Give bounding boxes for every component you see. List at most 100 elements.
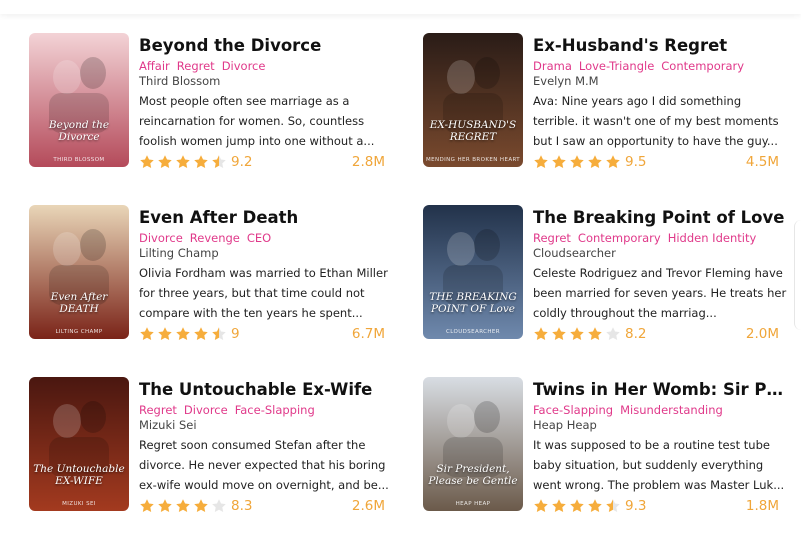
star-icon	[570, 499, 584, 512]
read-count: 6.7M	[351, 326, 385, 342]
book-cover[interactable]: EX-HUSBAND'S REGRET MENDING HER BROKEN HE…	[423, 33, 523, 167]
star-icon	[194, 499, 208, 512]
cover-title-text: Even After DEATH	[50, 291, 108, 315]
book-author[interactable]: Heap Heap	[533, 418, 789, 432]
rating-score: 8.3	[231, 498, 253, 514]
star-icon	[158, 499, 172, 512]
book-title[interactable]: The Breaking Point of Love	[533, 207, 789, 229]
book-description: It was supposed to be a routine test tub…	[533, 438, 785, 492]
cover-author-text: LILTING CHAMP	[55, 329, 103, 335]
cover-title-text: EX-HUSBAND'S REGRET	[429, 119, 517, 143]
book-card[interactable]: Sir President, Please be Gentle HEAP HEAP…	[423, 377, 793, 514]
book-description: Ava: Nine years ago I did something terr…	[533, 94, 779, 148]
book-tags: Affair Regret Divorce	[139, 60, 395, 73]
read-count: 4.5M	[745, 154, 779, 170]
cover-author-text: HEAP HEAP	[455, 501, 491, 507]
book-cover[interactable]: Even After DEATH LILTING CHAMP	[29, 205, 129, 339]
book-cover[interactable]: Sir President, Please be Gentle HEAP HEAP	[423, 377, 523, 511]
star-icon	[534, 499, 548, 512]
book-author[interactable]: Cloudsearcher	[533, 246, 789, 260]
star-icon	[140, 499, 154, 512]
star-icon	[140, 327, 154, 340]
book-tag[interactable]: Contemporary	[661, 60, 744, 73]
star-icon	[534, 327, 548, 340]
star-icon	[606, 499, 620, 512]
book-tag[interactable]: Misunderstanding	[620, 404, 723, 417]
star-icon	[212, 155, 226, 168]
book-tag[interactable]: Face-Slapping	[235, 404, 315, 417]
rating-stars	[139, 154, 229, 170]
star-icon	[606, 327, 620, 340]
rating-score: 9	[231, 326, 240, 342]
star-icon	[552, 499, 566, 512]
star-icon	[176, 499, 190, 512]
book-cover[interactable]: THE BREAKING POINT OF Love CLOUDSEARCHER	[423, 205, 523, 339]
book-tag[interactable]: Face-Slapping	[533, 404, 613, 417]
star-icon	[552, 327, 566, 340]
book-tag[interactable]: Affair	[139, 60, 170, 73]
star-icon	[176, 327, 190, 340]
rating-stars	[139, 498, 229, 514]
book-card[interactable]: Even After DEATH LILTING CHAMP Even After…	[29, 205, 399, 342]
book-title[interactable]: Ex-Husband's Regret	[533, 35, 789, 57]
book-tag[interactable]: Regret	[533, 232, 571, 245]
book-tag[interactable]: Hidden Identity	[668, 232, 757, 245]
book-author[interactable]: Lilting Champ	[139, 246, 395, 260]
star-icon	[588, 499, 602, 512]
rating-stars	[533, 498, 623, 514]
star-icon	[194, 327, 208, 340]
star-icon	[534, 155, 548, 168]
rating-stars	[139, 326, 229, 342]
book-tag[interactable]: Divorce	[184, 404, 228, 417]
rating-score: 9.3	[625, 498, 647, 514]
book-title[interactable]: Twins in Her Womb: Sir President, Please…	[533, 379, 789, 401]
book-tags: Regret Divorce Face-Slapping	[139, 404, 395, 417]
book-description: Celeste Rodriguez and Trevor Fleming hav…	[533, 266, 787, 320]
star-icon	[158, 327, 172, 340]
star-icon	[588, 155, 602, 168]
rating-stars	[533, 154, 623, 170]
scroll-edge[interactable]	[794, 220, 801, 330]
book-card[interactable]: EX-HUSBAND'S REGRET MENDING HER BROKEN HE…	[423, 33, 793, 170]
star-icon	[212, 327, 226, 340]
book-tag[interactable]: CEO	[247, 232, 271, 245]
star-icon	[158, 155, 172, 168]
rating-score: 8.2	[625, 326, 647, 342]
book-description: Most people often see marriage as a rein…	[139, 94, 375, 148]
book-description: Olivia Fordham was married to Ethan Mill…	[139, 266, 388, 320]
book-card[interactable]: The Untouchable EX-WIFE MIZUKI SEI The Un…	[29, 377, 399, 514]
star-icon	[552, 155, 566, 168]
book-title[interactable]: Even After Death	[139, 207, 395, 229]
book-card[interactable]: THE BREAKING POINT OF Love CLOUDSEARCHER …	[423, 205, 793, 342]
read-count: 1.8M	[745, 498, 779, 514]
book-author[interactable]: Third Blossom	[139, 74, 395, 88]
book-cover[interactable]: Beyond the Divorce THIRD BLOSSOM	[29, 33, 129, 167]
star-icon	[606, 155, 620, 168]
rating-score: 9.5	[625, 154, 647, 170]
book-tag[interactable]: Revenge	[190, 232, 240, 245]
book-tag[interactable]: Regret	[139, 404, 177, 417]
book-tag[interactable]: Love-Triangle	[579, 60, 654, 73]
cover-author-text: CLOUDSEARCHER	[445, 329, 501, 335]
book-tag[interactable]: Divorce	[139, 232, 183, 245]
rating-stars	[533, 326, 623, 342]
book-cover[interactable]: The Untouchable EX-WIFE MIZUKI SEI	[29, 377, 129, 511]
book-author[interactable]: Mizuki Sei	[139, 418, 395, 432]
book-tag[interactable]: Contemporary	[578, 232, 661, 245]
cover-author-text: MENDING HER BROKEN HEART	[425, 157, 521, 163]
book-title[interactable]: The Untouchable Ex-Wife	[139, 379, 395, 401]
book-author[interactable]: Evelyn M.M	[533, 74, 789, 88]
book-tags: Drama Love-Triangle Contemporary	[533, 60, 789, 73]
book-tag[interactable]: Divorce	[222, 60, 266, 73]
book-title[interactable]: Beyond the Divorce	[139, 35, 395, 57]
cover-title-text: THE BREAKING POINT OF Love	[429, 291, 517, 315]
book-card[interactable]: Beyond the Divorce THIRD BLOSSOM Beyond t…	[29, 33, 399, 170]
book-tag[interactable]: Drama	[533, 60, 572, 73]
read-count: 2.6M	[351, 498, 385, 514]
book-tag[interactable]: Regret	[177, 60, 215, 73]
star-icon	[212, 499, 226, 512]
book-description: Regret soon consumed Stefan after the di…	[139, 438, 389, 492]
cover-author-text: MIZUKI SEI	[62, 501, 96, 507]
cover-title-text: The Untouchable EX-WIFE	[33, 463, 125, 487]
book-tags: Divorce Revenge CEO	[139, 232, 395, 245]
